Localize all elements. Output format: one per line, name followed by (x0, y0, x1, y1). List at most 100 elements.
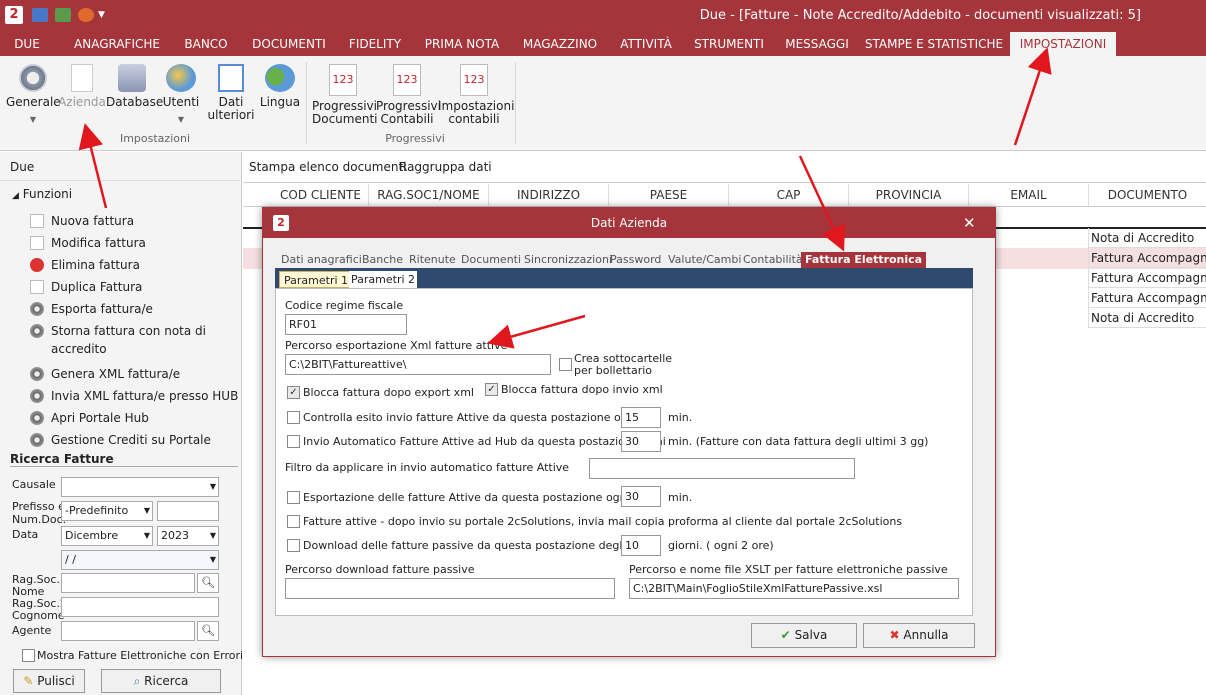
ragsoc1-input[interactable] (61, 573, 195, 593)
table-cell[interactable]: Fattura Accompagn... (1088, 268, 1206, 288)
codice-regime-input[interactable]: RF01 (285, 314, 407, 335)
pulisci-button[interactable]: ✎ Pulisci (13, 669, 85, 693)
tab-due[interactable]: DUE (0, 32, 54, 56)
download-passive-input[interactable]: 10 (621, 535, 661, 556)
utenti-button[interactable]: Utenti ▼ (160, 64, 202, 126)
agente-input[interactable] (61, 621, 195, 641)
causale-select[interactable]: ▼ (61, 477, 219, 497)
funzioni-section[interactable]: ◢ Funzioni (12, 187, 72, 201)
year-select[interactable]: 2023 ▼ (157, 526, 219, 546)
duplica-fattura-item[interactable]: Duplica Fattura (30, 278, 142, 296)
settings-icon[interactable] (78, 8, 94, 22)
date-picker[interactable]: / / ▼ (61, 550, 219, 570)
progressivi-documenti-button[interactable]: 123 Progressivi Documenti (312, 64, 378, 126)
tab-fidelity[interactable]: FIDELITY (340, 32, 410, 56)
filtro-input[interactable] (589, 458, 855, 479)
invia-xml-item[interactable]: Invia XML fattura/e presso HUB (30, 387, 238, 405)
blocca-invio-checkbox[interactable]: ✓ (485, 383, 498, 396)
col-cod-cliente[interactable]: COD CLIENTE (273, 184, 369, 206)
invio-automatico-checkbox[interactable] (287, 435, 300, 448)
tab-valute-cambi[interactable]: Valute/Cambi (668, 252, 741, 268)
table-cell[interactable]: Fattura Accompagn... (1088, 248, 1206, 268)
azienda-button[interactable]: Azienda (58, 64, 106, 109)
tools-icon[interactable] (55, 8, 71, 22)
numdoc-input[interactable] (157, 501, 219, 521)
tab-documenti[interactable]: DOCUMENTI (246, 32, 332, 56)
table-cell[interactable]: Nota di Accredito (1088, 308, 1206, 328)
tab-sincronizzazioni[interactable]: Sincronizzazioni (524, 252, 612, 268)
esportazione-attive-checkbox[interactable] (287, 491, 300, 504)
database-button[interactable]: Database (106, 64, 163, 109)
stampa-elenco-button[interactable]: Stampa elenco documenti (249, 160, 407, 174)
col-email[interactable]: EMAIL (969, 184, 1089, 206)
col-cap[interactable]: CAP (729, 184, 849, 206)
percorso-download-input[interactable] (285, 578, 615, 599)
tab-documenti[interactable]: Documenti (461, 252, 521, 268)
subtab-parametri-1[interactable]: Parametri 1 (279, 271, 354, 288)
table-cell[interactable]: Nota di Accredito (1088, 228, 1206, 248)
modifica-fattura-item[interactable]: Modifica fattura (30, 234, 146, 252)
tab-banche[interactable]: Banche (362, 252, 403, 268)
ricerca-button[interactable]: ⌕ Ricerca (101, 669, 221, 693)
col-paese[interactable]: PAESE (609, 184, 729, 206)
download-passive-checkbox[interactable] (287, 539, 300, 552)
tab-impostazioni[interactable]: IMPOSTAZIONI (1010, 32, 1116, 58)
table-cell[interactable]: Fattura Accompagn... (1088, 288, 1206, 308)
ragsoc2-input[interactable] (61, 597, 219, 617)
tab-magazzino[interactable]: MAGAZZINO (514, 32, 606, 56)
progressivi-contabili-button[interactable]: 123 Progressivi Contabili (376, 64, 441, 126)
tab-attivita[interactable]: ATTIVITÀ (614, 32, 678, 56)
group-impostazioni-label: Impostazioni (119, 132, 191, 145)
col-documento[interactable]: DOCUMENTO (1089, 184, 1206, 206)
percorso-download-label: Percorso download fatture passive (285, 563, 475, 576)
tab-contabilita[interactable]: Contabilità (743, 252, 803, 268)
tab-password[interactable]: Password (610, 252, 661, 268)
col-provincia[interactable]: PROVINCIA (849, 184, 969, 206)
col-ragsoc[interactable]: RAG.SOC1/NOME (369, 184, 489, 206)
storna-fattura-item[interactable]: Storna fattura con nota di accredito (30, 322, 241, 356)
tab-ritenute[interactable]: Ritenute (409, 252, 456, 268)
controlla-esito-input[interactable]: 15 (621, 407, 661, 428)
gestione-crediti-item[interactable]: Gestione Crediti su Portale (30, 431, 211, 449)
generale-button[interactable]: Generale ▼ (6, 64, 61, 126)
blocca-export-checkbox[interactable]: ✓ (287, 386, 300, 399)
esporta-fattura-item[interactable]: Esporta fattura/e (30, 300, 153, 318)
tab-dati-anagrafici[interactable]: Dati anagrafici (281, 252, 362, 268)
percorso-esportazione-input[interactable]: C:\2BIT\Fattureattive\ (285, 354, 551, 375)
annulla-button[interactable]: ✖ Annulla (863, 623, 975, 648)
genera-xml-item[interactable]: Genera XML fattura/e (30, 365, 180, 383)
subtab-parametri-2[interactable]: Parametri 2 (349, 271, 418, 288)
nuova-fattura-item[interactable]: Nuova fattura (30, 212, 134, 230)
col-indirizzo[interactable]: INDIRIZZO (489, 184, 609, 206)
mostra-errori-checkbox[interactable] (22, 649, 35, 662)
close-icon[interactable]: ✕ (963, 214, 976, 232)
tab-messaggi[interactable]: MESSAGGI (778, 32, 856, 56)
controlla-esito-checkbox[interactable] (287, 411, 300, 424)
app-logo: 2 (5, 6, 23, 24)
tab-banco[interactable]: BANCO (174, 32, 238, 56)
elimina-fattura-item[interactable]: Elimina fattura (30, 256, 140, 274)
dropdown-icon[interactable]: ▼ (98, 8, 108, 22)
lingua-button[interactable]: Lingua (258, 64, 302, 109)
tab-prima-nota[interactable]: PRIMA NOTA (418, 32, 506, 56)
dati-ulteriori-button[interactable]: Dati ulteriori (204, 64, 258, 122)
gear-icon (30, 411, 44, 425)
search-icon[interactable]: 🔍︎ (197, 621, 219, 641)
percorso-xslt-input[interactable]: C:\2BIT\Main\FoglioStileXmlFatturePassiv… (629, 578, 959, 599)
crea-sottocartelle-checkbox[interactable] (559, 358, 572, 371)
salva-button[interactable]: ✔ Salva (751, 623, 857, 648)
tab-anagrafiche[interactable]: ANAGRAFICHE (62, 32, 172, 56)
prefisso-select[interactable]: -Predefinito ▼ (61, 501, 153, 521)
search-icon[interactable]: 🔍︎ (197, 573, 219, 593)
invio-automatico-input[interactable]: 30 (621, 431, 661, 452)
tab-strumenti[interactable]: STRUMENTI (688, 32, 770, 56)
impostazioni-contabili-button[interactable]: 123 Impostazioni contabili (438, 64, 514, 126)
month-select[interactable]: Dicembre ▼ (61, 526, 153, 546)
fatture-mail-checkbox[interactable] (287, 515, 300, 528)
tab-stampe-statistiche[interactable]: STAMPE E STATISTICHE (864, 32, 1004, 56)
tab-fattura-elettronica[interactable]: Fattura Elettronica (801, 252, 927, 268)
esportazione-attive-input[interactable]: 30 (621, 486, 661, 507)
save-icon[interactable] (32, 8, 48, 22)
raggruppa-dati-button[interactable]: Raggruppa dati (399, 160, 492, 174)
apri-portale-item[interactable]: Apri Portale Hub (30, 409, 149, 427)
